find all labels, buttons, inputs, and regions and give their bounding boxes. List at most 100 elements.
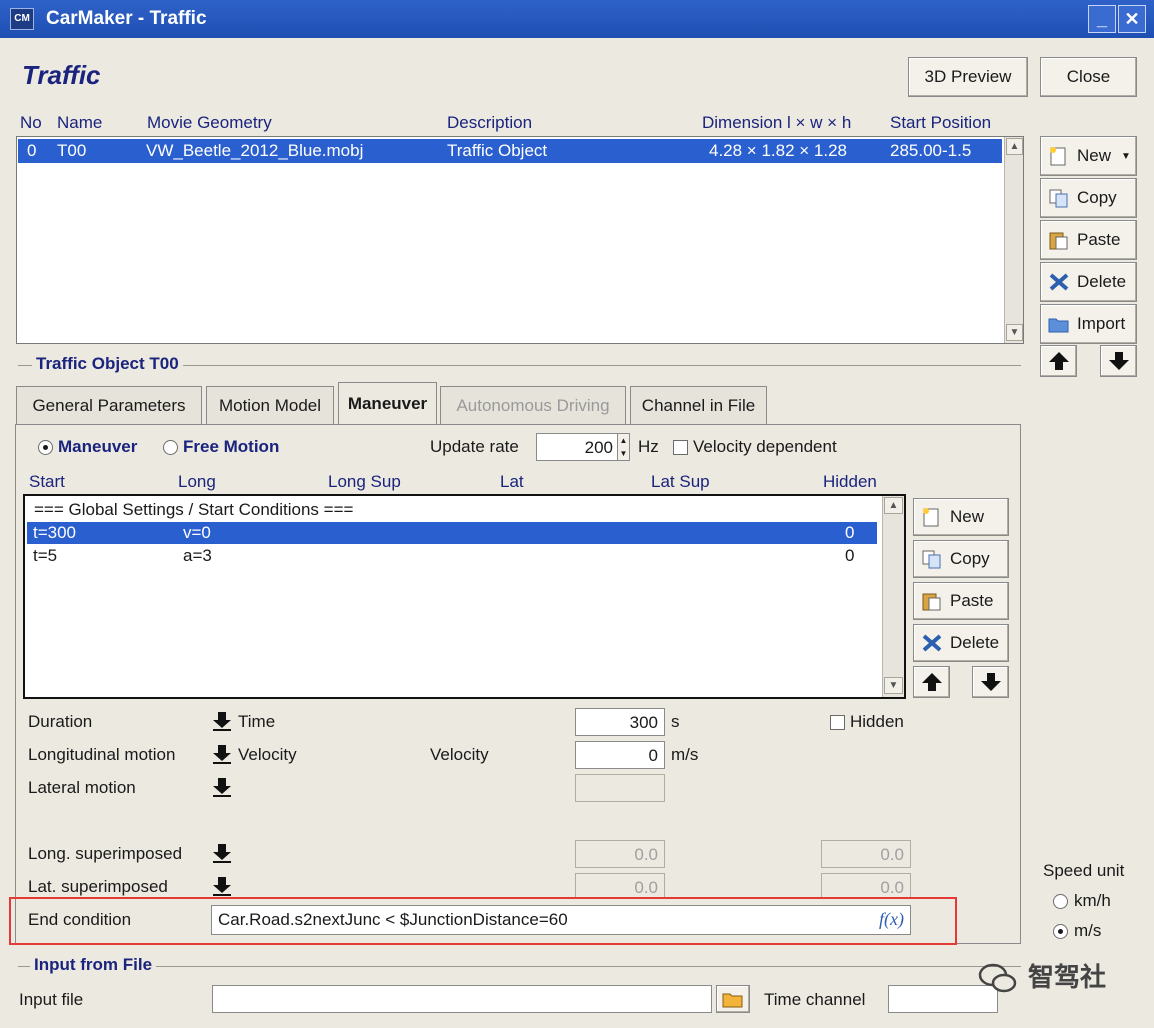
paste-object-button[interactable]: Paste (1040, 220, 1137, 260)
time-channel-label: Time channel (764, 990, 866, 1009)
page-title: Traffic (22, 60, 101, 90)
new-object-button[interactable]: New ▼ (1040, 136, 1137, 176)
global-settings-row[interactable]: === Global Settings / Start Conditions =… (34, 500, 353, 520)
long-sup-dropdown-icon[interactable] (211, 842, 233, 864)
duration-mode-label: Time (238, 712, 276, 731)
arrow-down-icon (980, 673, 1001, 691)
import-object-button[interactable]: Import (1040, 304, 1137, 344)
long-mode-label: Velocity (238, 745, 297, 764)
tab-motion-model[interactable]: Motion Model (206, 386, 334, 424)
update-rate-input[interactable]: 200 (536, 433, 618, 461)
hidden-label: Hidden (850, 712, 904, 731)
col-description: Description (447, 113, 533, 132)
speed-unit-label: Speed unit (1043, 861, 1125, 880)
velocity-dependent-checkbox[interactable] (673, 440, 688, 455)
row-geometry: VW_Beetle_2012_Blue.mobj (146, 141, 364, 160)
row-long: v=0 (183, 523, 211, 542)
update-rate-spinner[interactable]: ▲ ▼ (617, 433, 630, 461)
col-long-sup: Long Sup (328, 472, 401, 491)
velocity-input[interactable]: 0 (575, 741, 665, 769)
hidden-checkbox[interactable] (830, 715, 845, 730)
arrow-down-icon (1108, 352, 1129, 370)
scroll-down-icon[interactable]: ▼ (1006, 324, 1023, 341)
velocity-label: Velocity (430, 745, 489, 764)
browse-file-button[interactable] (716, 985, 750, 1013)
scroll-up-icon[interactable]: ▲ (1006, 138, 1023, 155)
table-row[interactable]: 0 T00 VW_Beetle_2012_Blue.mobj Traffic O… (18, 139, 1002, 163)
row-start: 285.00-1.5 (890, 141, 972, 160)
copy-maneuver-button[interactable]: Copy (913, 540, 1009, 578)
move-up-button[interactable] (1040, 345, 1077, 377)
tab-general-parameters[interactable]: General Parameters (16, 386, 202, 424)
wechat-logo-icon (978, 963, 1017, 993)
col-movie-geometry: Movie Geometry (147, 113, 272, 132)
delete-maneuver-button[interactable]: Delete (913, 624, 1009, 662)
longitudinal-motion-label: Longitudinal motion (28, 745, 176, 764)
col-dimension: Dimension l × w × h (702, 113, 852, 132)
import-label: Import (1077, 314, 1126, 333)
copy-label: Copy (1077, 188, 1117, 207)
maneuver-move-down-button[interactable] (972, 666, 1009, 698)
col-lat-sup: Lat Sup (651, 472, 710, 491)
col-start-position: Start Position (890, 113, 992, 132)
new-label: New (950, 507, 985, 526)
update-rate-unit: Hz (638, 437, 659, 456)
minimize-button[interactable]: _ (1088, 5, 1116, 33)
dropdown-arrow-icon[interactable]: ▼ (1121, 151, 1131, 162)
object-list-scrollbar[interactable]: ▲ ▼ (1004, 137, 1023, 343)
title-bar: CM CarMaker - Traffic _ ✕ (0, 0, 1154, 38)
maneuver-radio[interactable] (38, 440, 53, 455)
col-hidden: Hidden (823, 472, 877, 491)
folder-icon (722, 993, 743, 1008)
app-icon: CM (10, 8, 34, 30)
maneuver-list[interactable]: === Global Settings / Start Conditions =… (23, 494, 906, 699)
long-sup-input-2: 0.0 (821, 840, 911, 868)
paste-maneuver-button[interactable]: Paste (913, 582, 1009, 620)
move-down-button[interactable] (1100, 345, 1137, 377)
scroll-up-icon[interactable]: ▲ (884, 497, 903, 514)
row-start: t=5 (33, 546, 58, 565)
tab-autonomous-driving[interactable]: Autonomous Driving (440, 386, 626, 424)
row-no: 0 (27, 141, 37, 160)
row-description: Traffic Object (447, 141, 548, 160)
scroll-down-icon[interactable]: ▼ (884, 677, 903, 694)
maneuver-move-up-button[interactable] (913, 666, 950, 698)
paste-label: Paste (950, 591, 994, 610)
long-mode-dropdown-icon[interactable] (211, 743, 233, 765)
copy-object-button[interactable]: Copy (1040, 178, 1137, 218)
table-row[interactable]: t=5 a=3 0 (27, 545, 877, 567)
kmh-radio[interactable] (1053, 894, 1068, 909)
window-title: CarMaker - Traffic (46, 8, 207, 29)
row-long: a=3 (183, 546, 212, 565)
long-sup-input-1: 0.0 (575, 840, 665, 868)
col-no: No (20, 113, 42, 132)
table-row[interactable]: t=300 v=0 0 (27, 522, 877, 544)
close-window-button[interactable]: ✕ (1118, 5, 1146, 33)
paste-label: Paste (1077, 230, 1121, 249)
paste-icon (920, 590, 944, 612)
traffic-object-list[interactable]: 0 T00 VW_Beetle_2012_Blue.mobj Traffic O… (16, 136, 1024, 344)
lat-sup-input-1: 0.0 (575, 873, 665, 899)
duration-mode-dropdown-icon[interactable] (211, 710, 233, 732)
lat-mode-dropdown-icon[interactable] (211, 776, 233, 798)
long-superimposed-label: Long. superimposed (28, 844, 183, 863)
new-maneuver-button[interactable]: New (913, 498, 1009, 536)
divider (18, 966, 1021, 967)
copy-icon (920, 548, 944, 570)
ms-radio[interactable] (1053, 924, 1068, 939)
3d-preview-button[interactable]: 3D Preview (908, 57, 1028, 97)
maneuver-list-scrollbar[interactable]: ▲ ▼ (882, 496, 904, 697)
lat-sup-dropdown-icon[interactable] (211, 875, 233, 897)
close-button[interactable]: Close (1040, 57, 1137, 97)
tab-maneuver[interactable]: Maneuver (338, 382, 437, 425)
free-motion-radio[interactable] (163, 440, 178, 455)
tab-channel-in-file[interactable]: Channel in File (630, 386, 767, 424)
section-traffic-object: Traffic Object T00 (32, 354, 183, 374)
copy-icon (1047, 187, 1071, 209)
input-file-field[interactable] (212, 985, 712, 1013)
duration-input[interactable]: 300 (575, 708, 665, 736)
delete-object-button[interactable]: Delete (1040, 262, 1137, 302)
folder-icon (1047, 313, 1071, 335)
velocity-dependent-label: Velocity dependent (693, 437, 837, 456)
ms-label: m/s (1074, 921, 1102, 940)
